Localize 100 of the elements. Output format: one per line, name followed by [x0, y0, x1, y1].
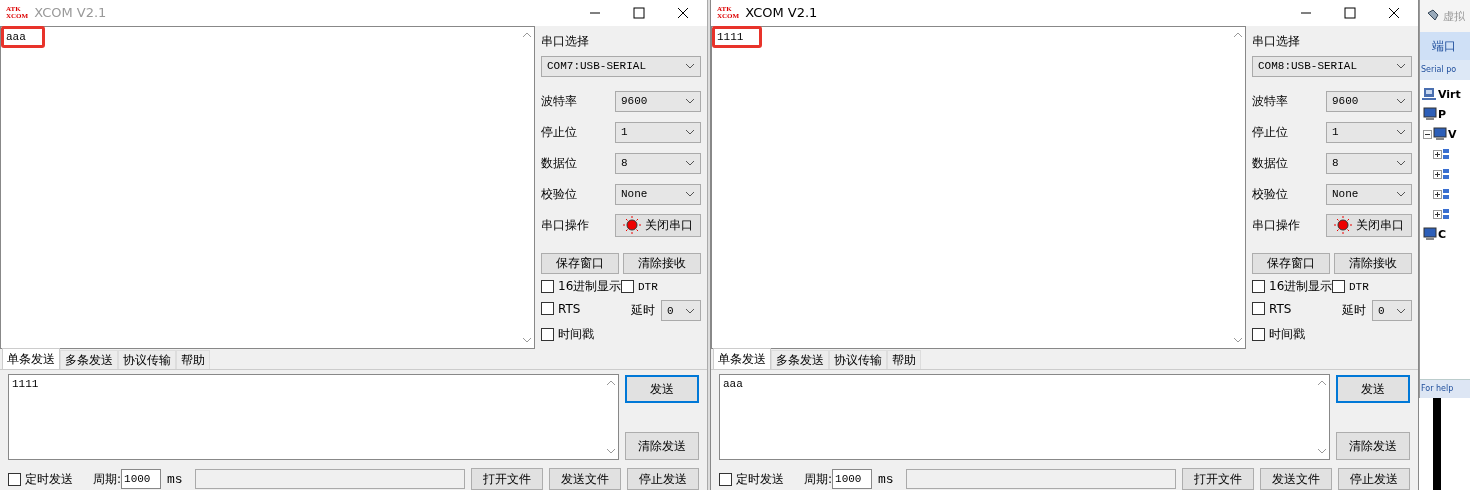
file-button[interactable]: 发送文件 — [549, 468, 621, 490]
period-field[interactable]: 1000 — [832, 469, 873, 489]
scroll-up-icon[interactable] — [606, 379, 616, 388]
setting-dropdown[interactable]: 8 — [615, 152, 701, 174]
file-button[interactable]: 发送文件 — [1260, 468, 1332, 490]
port-icon — [1443, 208, 1449, 220]
checkbox-option[interactable]: DTR — [621, 277, 701, 296]
unit-label: ms — [878, 471, 895, 487]
checkbox-option[interactable]: RTS — [541, 299, 621, 318]
tab[interactable]: 多条发送 — [60, 350, 118, 370]
scroll-down-icon[interactable] — [606, 447, 616, 455]
receive-area[interactable]: 1111 — [711, 25, 1246, 350]
setting-dropdown[interactable]: None — [1326, 183, 1412, 205]
field-label: 延时 — [631, 302, 655, 320]
field-label: 数据位 — [541, 155, 577, 173]
port-icon — [1443, 188, 1449, 200]
checkbox-option[interactable]: 定时发送 — [719, 470, 784, 488]
field-label: 周期: — [804, 470, 833, 488]
checkbox-option[interactable]: 时间戳 — [541, 325, 621, 344]
tree-item[interactable]: P — [1438, 107, 1447, 121]
scroll-down-icon[interactable] — [1233, 336, 1243, 345]
period-field[interactable]: 1000 — [121, 469, 162, 489]
checkbox-option[interactable]: 16进制显示 — [1252, 277, 1332, 296]
delay-dropdown[interactable]: 0 — [1372, 300, 1412, 322]
received-text: 1111 — [712, 25, 763, 48]
setting-dropdown[interactable]: None — [615, 183, 701, 205]
section-header: Serial po — [1420, 60, 1470, 80]
send-button[interactable]: 发送 — [625, 375, 699, 404]
scroll-up-icon[interactable] — [1233, 30, 1243, 39]
maximize-icon[interactable] — [633, 6, 645, 19]
checkbox-option[interactable]: 16进制显示 — [541, 277, 621, 296]
send-field[interactable]: 1111 — [8, 374, 619, 460]
tab[interactable]: 帮助 — [887, 350, 921, 370]
tab[interactable]: 端口 — [1420, 32, 1470, 60]
tree-item[interactable]: C — [1438, 227, 1447, 241]
field-label: 波特率 — [541, 93, 577, 111]
tab[interactable]: 单条发送 — [713, 348, 771, 370]
field-label: 串口选择 — [541, 32, 590, 50]
send-button[interactable]: 发送 — [1336, 375, 1410, 404]
port-dropdown[interactable]: COM7:USB-SERIAL — [541, 55, 701, 77]
file-button[interactable]: 打开文件 — [471, 468, 543, 490]
tab[interactable]: 单条发送 — [2, 348, 60, 370]
window-title: XCOM V2.1 — [34, 5, 107, 21]
setting-dropdown[interactable]: 9600 — [615, 90, 701, 112]
field-label: 停止位 — [541, 124, 577, 142]
tab[interactable]: 协议传输 — [118, 350, 176, 370]
file-button[interactable]: 停止发送 — [627, 468, 699, 490]
tab[interactable]: 帮助 — [176, 350, 210, 370]
unit-label: ms — [167, 471, 184, 487]
field-label: 校验位 — [541, 186, 577, 204]
field-label: 串口操作 — [1252, 217, 1300, 235]
setting-dropdown[interactable]: 9600 — [1326, 90, 1412, 112]
field-label: 波特率 — [1252, 93, 1288, 111]
panel-button[interactable]: 保存窗口 — [541, 252, 619, 274]
file-path-field[interactable] — [906, 469, 1176, 489]
setting-dropdown[interactable]: 1 — [615, 121, 701, 143]
close-port-button[interactable]: 关闭串口 — [615, 213, 701, 237]
collapse-icon[interactable] — [1423, 129, 1432, 139]
scroll-down-icon[interactable] — [1317, 447, 1327, 455]
checkbox-option[interactable]: DTR — [1332, 277, 1412, 296]
network-icon — [1421, 87, 1437, 101]
expand-icon[interactable] — [1433, 209, 1442, 219]
checkbox-option[interactable]: 时间戳 — [1252, 325, 1332, 344]
expand-icon[interactable] — [1433, 169, 1442, 179]
panel-button[interactable]: 清除接收 — [623, 252, 701, 274]
checkbox-option[interactable]: 定时发送 — [8, 470, 73, 488]
panel-button[interactable]: 清除接收 — [1334, 252, 1412, 274]
field-label: 数据位 — [1252, 155, 1288, 173]
scroll-up-icon[interactable] — [522, 30, 532, 39]
checkbox-option[interactable]: RTS — [1252, 299, 1332, 318]
field-label: 串口选择 — [1252, 32, 1301, 50]
close-icon[interactable] — [677, 6, 689, 19]
file-path-field[interactable] — [195, 469, 465, 489]
send-button[interactable]: 清除发送 — [625, 432, 699, 460]
send-button[interactable]: 清除发送 — [1336, 432, 1410, 460]
field-label: 校验位 — [1252, 186, 1288, 204]
delay-dropdown[interactable]: 0 — [661, 300, 701, 322]
close-port-button[interactable]: 关闭串口 — [1326, 213, 1412, 237]
receive-area[interactable]: aaa — [0, 25, 535, 350]
maximize-icon[interactable] — [1344, 6, 1356, 19]
expand-icon[interactable] — [1433, 189, 1442, 199]
close-icon[interactable] — [1388, 6, 1400, 19]
scroll-down-icon[interactable] — [522, 336, 532, 345]
file-button[interactable]: 打开文件 — [1182, 468, 1254, 490]
tree-item[interactable]: V — [1448, 127, 1457, 141]
field-label: 周期: — [93, 470, 122, 488]
tab[interactable]: 多条发送 — [771, 350, 829, 370]
expand-icon[interactable] — [1433, 149, 1442, 159]
send-field[interactable]: aaa — [719, 374, 1330, 460]
panel-button[interactable]: 保存窗口 — [1252, 252, 1330, 274]
port-dropdown[interactable]: COM8:USB-SERIAL — [1252, 55, 1412, 77]
setting-dropdown[interactable]: 8 — [1326, 152, 1412, 174]
setting-dropdown[interactable]: 1 — [1326, 121, 1412, 143]
window-title: XCOM V2.1 — [745, 5, 818, 21]
field-label: 停止位 — [1252, 124, 1288, 142]
tree-item[interactable]: Virt — [1438, 87, 1461, 101]
file-button[interactable]: 停止发送 — [1338, 468, 1410, 490]
tab[interactable]: 协议传输 — [829, 350, 887, 370]
computer-icon — [1423, 107, 1437, 121]
scroll-up-icon[interactable] — [1317, 379, 1327, 388]
